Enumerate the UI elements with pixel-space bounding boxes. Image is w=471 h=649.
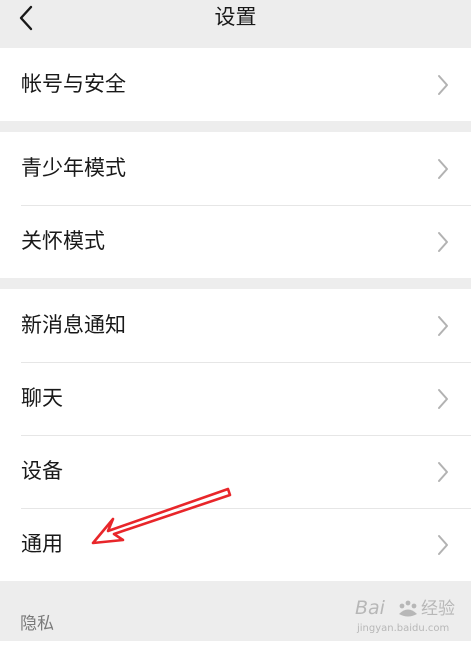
section-caption-privacy: 隐私 xyxy=(20,614,54,634)
svg-text:经验: 经验 xyxy=(421,599,455,619)
settings-item-chat[interactable]: 聊天 xyxy=(0,362,471,435)
settings-item-label: 青少年模式 xyxy=(21,156,126,180)
settings-item-label: 新消息通知 xyxy=(21,313,126,337)
settings-item-teen-mode[interactable]: 青少年模式 xyxy=(0,132,471,205)
settings-group-general: 新消息通知 聊天 设备 通用 xyxy=(0,289,471,581)
settings-item-general[interactable]: 通用 xyxy=(0,508,471,581)
settings-group-modes: 青少年模式 关怀模式 xyxy=(0,132,471,278)
page-title: 设置 xyxy=(214,5,257,29)
chevron-right-icon xyxy=(438,535,448,555)
svg-text:jingyan.baidu.com: jingyan.baidu.com xyxy=(356,623,449,634)
row-divider xyxy=(21,362,471,363)
chevron-right-icon xyxy=(438,159,448,179)
settings-screen: 设置 帐号与安全 青少年模式 关怀模式 新消息通知 聊天 设备 通用 隐私 Ba… xyxy=(0,0,471,649)
settings-group-privacy-top xyxy=(0,641,471,649)
settings-item-label: 聊天 xyxy=(21,386,63,410)
settings-item-label: 设备 xyxy=(21,459,63,483)
chevron-right-icon xyxy=(438,462,448,482)
svg-text:Bai: Bai xyxy=(355,597,386,619)
baidu-jingyan-watermark: Bai 经验 jingyan.baidu.com xyxy=(355,597,455,634)
settings-item-account-security[interactable]: 帐号与安全 xyxy=(0,48,471,121)
chevron-right-icon xyxy=(438,75,448,95)
settings-item-label: 帐号与安全 xyxy=(21,72,126,96)
settings-group-account: 帐号与安全 xyxy=(0,48,471,121)
row-divider xyxy=(21,435,471,436)
chevron-right-icon xyxy=(438,389,448,409)
settings-item-devices[interactable]: 设备 xyxy=(0,435,471,508)
chevron-right-icon xyxy=(438,232,448,252)
row-divider xyxy=(21,508,471,509)
settings-item-label: 关怀模式 xyxy=(21,229,105,253)
settings-item-care-mode[interactable]: 关怀模式 xyxy=(0,205,471,278)
chevron-right-icon xyxy=(438,316,448,336)
settings-item-notifications[interactable]: 新消息通知 xyxy=(0,289,471,362)
nav-bar: 设置 xyxy=(0,0,471,40)
settings-item-label: 通用 xyxy=(21,532,63,556)
